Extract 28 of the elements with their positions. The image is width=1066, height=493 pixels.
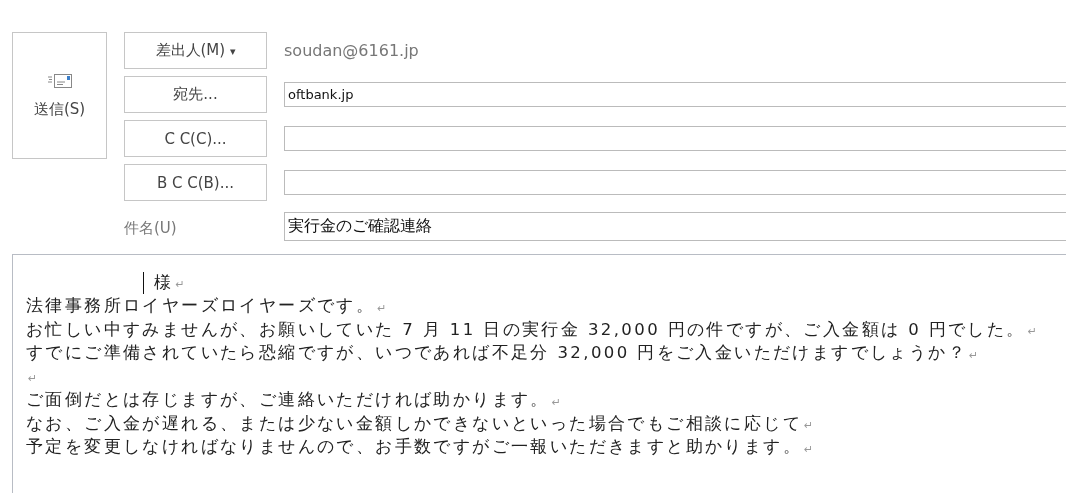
body-text: 様: [154, 271, 174, 294]
body-text: お忙しい中すみませんが、お願いしていた 7 月 11 日の実行金 32,000 円の件ですが、ご入金額は 0 円でした。: [26, 318, 1026, 341]
paragraph-mark: ↵: [1027, 325, 1040, 339]
recipient-button[interactable]: C C(C)...: [124, 120, 267, 157]
paragraph-mark: ↵: [377, 301, 389, 315]
paragraph-mark: ↵: [175, 278, 188, 292]
recipient-button[interactable]: 宛先...: [124, 76, 267, 113]
send-button[interactable]: 送信(S): [12, 32, 107, 159]
body-text: すでにご準備されていたら恐縮ですが、いつであれば不足分 32,000 円をご入金いただけますでしょうか？: [26, 342, 968, 365]
from-button[interactable]: 差出人(M) ▾: [124, 32, 267, 69]
paragraph-mark: ↵: [551, 395, 564, 409]
recipient-field[interactable]: [284, 126, 1066, 151]
message-body[interactable]: [12, 254, 1066, 493]
subject-label: 件名(U): [124, 219, 178, 238]
recipient-field[interactable]: [284, 170, 1066, 195]
recipient-field[interactable]: oftbank.jp: [284, 82, 1066, 107]
sender-address: soudan@6161.jp: [284, 41, 419, 60]
paragraph-mark: ↵: [28, 372, 40, 386]
paragraph-mark: ↵: [969, 348, 981, 362]
paragraph-mark: ↵: [804, 442, 816, 456]
subject-field[interactable]: 実行金のご確認連絡: [284, 212, 1066, 241]
envelope-icon: [47, 72, 72, 90]
recipient-button[interactable]: B C C(B)...: [124, 164, 267, 201]
paragraph-mark: ↵: [804, 419, 816, 433]
body-text: なお、ご入金が遅れる、または少ない金額しかできないといった場合でもご相談に応じて: [26, 412, 802, 435]
body-text: 法律事務所ロイヤーズロイヤーズです。: [26, 295, 376, 318]
body-text: 予定を変更しなければなりませんので、お手数ですがご一報いただきますと助かります。: [26, 436, 802, 459]
body-text: ご面倒だとは存じますが、ご連絡いただければ助かります。: [26, 389, 550, 412]
